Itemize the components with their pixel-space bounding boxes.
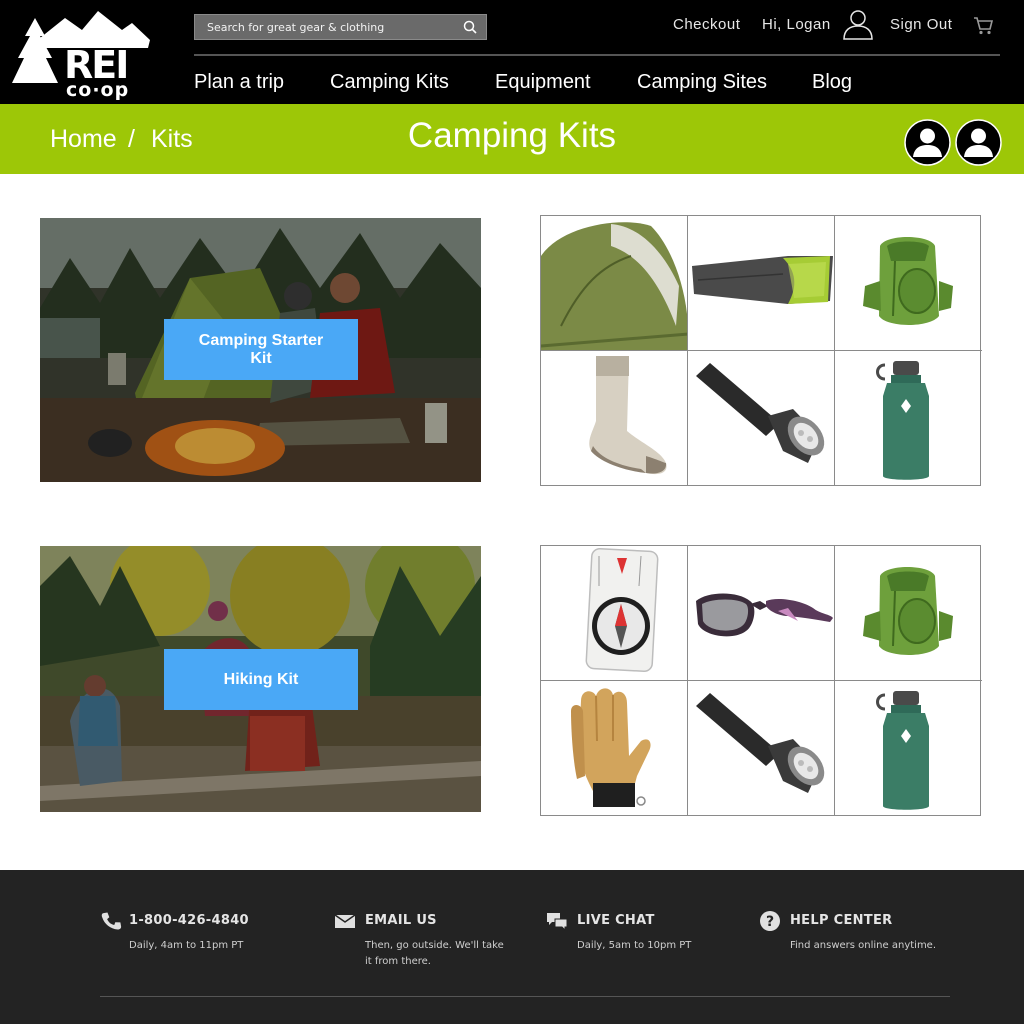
phone-number-link[interactable]: 1-800-426-4840: [129, 913, 249, 928]
nav-blog[interactable]: Blog: [812, 71, 852, 94]
footer-divider: [100, 996, 950, 997]
sunglasses-icon: [696, 593, 833, 637]
product-flashlight[interactable]: [688, 351, 835, 486]
product-flashlight[interactable]: [688, 681, 835, 816]
svg-text:co·op: co·op: [66, 79, 129, 100]
rei-coop-logo[interactable]: REI co·op: [10, 8, 155, 100]
user-icon[interactable]: [840, 6, 876, 42]
product-backpack[interactable]: [835, 546, 982, 681]
page-banner: Home / Kits Camping Kits: [0, 104, 1024, 174]
product-sleeping-bag[interactable]: [688, 216, 835, 351]
page-title: Camping Kits: [407, 116, 617, 155]
product-compass[interactable]: [541, 546, 688, 681]
live-chat-link[interactable]: LIVE CHAT: [577, 913, 655, 928]
nav-camping-sites[interactable]: Camping Sites: [637, 71, 767, 94]
camping-kit-product-grid: [540, 215, 982, 486]
water-bottle-icon: [876, 361, 929, 480]
product-sunglasses[interactable]: [688, 546, 835, 681]
search-icon[interactable]: [462, 19, 478, 35]
avatar[interactable]: [955, 119, 1002, 166]
header-divider: [194, 54, 1000, 56]
flashlight-icon: [696, 363, 825, 463]
cart-icon[interactable]: [972, 14, 994, 36]
hiking-kit-product-grid: [540, 545, 982, 816]
sleeping-bag-icon: [692, 256, 833, 304]
product-water-bottle[interactable]: [835, 681, 982, 816]
sock-icon: [589, 356, 667, 475]
search-input[interactable]: [195, 15, 450, 39]
camping-starter-kit-button[interactable]: Camping Starter Kit: [164, 319, 358, 380]
site-header: REI co·op Checkout Hi, Logan Sign Out Pl…: [0, 0, 1024, 104]
phone-icon: [101, 912, 122, 930]
help-note: Find answers online anytime.: [790, 940, 937, 951]
checkout-link[interactable]: Checkout: [673, 16, 740, 33]
hiking-kit-button[interactable]: Hiking Kit: [164, 649, 358, 710]
gloves-icon: [571, 688, 651, 807]
email-note: Then, go outside. We'll take it from the…: [365, 940, 504, 967]
product-tent[interactable]: [541, 216, 688, 351]
water-bottle-icon: [876, 691, 929, 810]
backpack-icon: [863, 567, 953, 655]
help-icon: ?: [760, 911, 780, 931]
help-center-link[interactable]: HELP CENTER: [790, 913, 892, 928]
phone-hours: Daily, 4am to 11pm PT: [129, 940, 244, 951]
email-us-link[interactable]: EMAIL US: [365, 913, 437, 928]
avatar[interactable]: [904, 119, 951, 166]
nav-equipment[interactable]: Equipment: [495, 71, 591, 94]
product-gloves[interactable]: [541, 681, 688, 816]
nav-plan-a-trip[interactable]: Plan a trip: [194, 71, 284, 94]
product-water-bottle[interactable]: [835, 351, 982, 486]
chat-hours: Daily, 5am to 10pm PT: [577, 940, 692, 951]
product-sock[interactable]: [541, 351, 688, 486]
hiking-kit-photo[interactable]: Hiking Kit: [40, 546, 481, 812]
compass-icon: [585, 548, 659, 672]
email-icon: [334, 914, 356, 928]
sign-out-link[interactable]: Sign Out: [890, 16, 952, 33]
flashlight-icon: [696, 693, 825, 793]
site-footer: 1-800-426-4840 Daily, 4am to 11pm PT EMA…: [0, 870, 1024, 1024]
svg-text:?: ?: [766, 914, 774, 930]
search-bar: [194, 14, 487, 40]
backpack-icon: [863, 237, 953, 325]
user-greeting[interactable]: Hi, Logan: [762, 16, 831, 33]
chat-icon: [547, 913, 568, 932]
camping-kit-photo[interactable]: Camping Starter Kit: [40, 218, 481, 482]
product-backpack[interactable]: [835, 216, 982, 351]
nav-camping-kits[interactable]: Camping Kits: [330, 71, 449, 94]
tent-icon: [541, 222, 687, 350]
